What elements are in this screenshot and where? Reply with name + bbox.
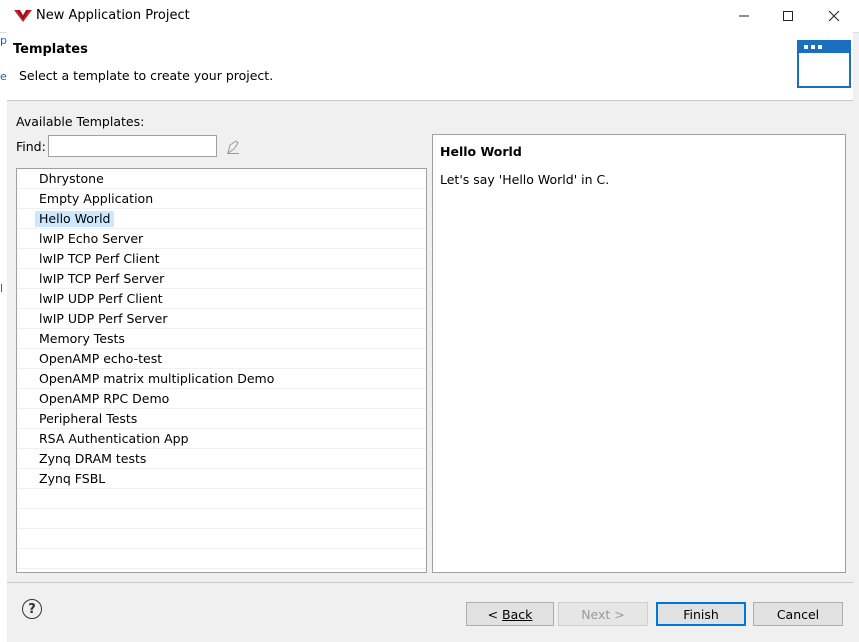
wizard-footer: ? < Back Next > Finish Cancel xyxy=(7,582,853,639)
template-list-item[interactable]: Hello World xyxy=(17,209,426,229)
template-list-item[interactable]: Dhrystone xyxy=(17,169,426,189)
template-item-label: lwIP TCP Perf Server xyxy=(39,271,165,286)
back-prefix: < xyxy=(487,606,503,622)
template-item-label: Memory Tests xyxy=(39,331,125,346)
detail-description: Let's say 'Hello World' in C. xyxy=(440,172,610,187)
finish-button[interactable]: Finish xyxy=(656,602,746,626)
xilinx-logo-icon xyxy=(14,9,32,22)
background-window-edge: pel xyxy=(0,32,7,642)
template-list-item[interactable]: lwIP TCP Perf Server xyxy=(17,269,426,289)
template-list-empty-row xyxy=(17,529,426,549)
minimize-button[interactable] xyxy=(721,0,767,32)
template-item-label: Dhrystone xyxy=(39,171,104,186)
template-list-item[interactable]: Empty Application xyxy=(17,189,426,209)
template-item-label: OpenAMP matrix multiplication Demo xyxy=(39,371,275,386)
back-button[interactable]: < Back xyxy=(466,602,554,626)
close-icon xyxy=(828,10,840,22)
find-label: Find: xyxy=(16,139,46,154)
back-label: Back xyxy=(502,606,533,622)
template-item-label: Zynq FSBL xyxy=(39,471,106,486)
templates-list[interactable]: Dhrystone Empty Application Hello World lwI… xyxy=(16,168,427,573)
template-list-item[interactable]: OpenAMP RPC Demo xyxy=(17,389,426,409)
maximize-icon xyxy=(783,11,793,21)
template-list-item[interactable]: Zynq DRAM tests xyxy=(17,449,426,469)
page-description: Select a template to create your project… xyxy=(19,68,274,83)
window-title: New Application Project xyxy=(36,8,190,23)
template-list-item[interactable]: lwIP TCP Perf Client xyxy=(17,249,426,269)
template-item-label: RSA Authentication App xyxy=(39,431,189,446)
maximize-button[interactable] xyxy=(765,0,811,32)
close-button[interactable] xyxy=(811,0,857,32)
template-list-empty-row xyxy=(17,549,426,569)
template-list-item[interactable]: RSA Authentication App xyxy=(17,429,426,449)
template-list-item[interactable]: Zynq FSBL xyxy=(17,469,426,489)
minimize-icon xyxy=(739,15,749,17)
template-list-item[interactable]: lwIP UDP Perf Server xyxy=(17,309,426,329)
template-list-empty-row xyxy=(17,509,426,529)
template-list-item[interactable]: OpenAMP echo-test xyxy=(17,349,426,369)
template-item-label: Peripheral Tests xyxy=(39,411,138,426)
template-list-item[interactable]: Memory Tests xyxy=(17,329,426,349)
template-item-label: lwIP UDP Perf Client xyxy=(39,291,163,306)
template-item-label: Empty Application xyxy=(39,191,154,206)
template-detail-panel: Hello World Let's say 'Hello World' in C… xyxy=(432,134,846,573)
new-application-project-dialog: Templates Select a template to create yo… xyxy=(7,32,853,638)
next-button[interactable]: Next > xyxy=(558,602,648,626)
available-templates-label: Available Templates: xyxy=(16,114,145,129)
cancel-button[interactable]: Cancel xyxy=(753,602,843,626)
template-item-label: OpenAMP RPC Demo xyxy=(39,391,170,406)
help-icon[interactable]: ? xyxy=(22,599,42,619)
template-list-empty-row xyxy=(17,489,426,509)
wizard-banner-icon xyxy=(797,40,851,88)
title-bar: New Application Project xyxy=(0,0,859,33)
clear-filter-icon[interactable] xyxy=(225,139,241,155)
find-input[interactable] xyxy=(48,135,217,157)
template-list-item[interactable]: OpenAMP matrix multiplication Demo xyxy=(17,369,426,389)
detail-title: Hello World xyxy=(440,144,522,159)
template-item-label: OpenAMP echo-test xyxy=(39,351,163,366)
page-title: Templates xyxy=(13,42,88,57)
template-item-label: Zynq DRAM tests xyxy=(39,451,147,466)
template-item-label: lwIP Echo Server xyxy=(39,231,144,246)
template-list-item[interactable]: lwIP UDP Perf Client xyxy=(17,289,426,309)
wizard-header: Templates Select a template to create yo… xyxy=(7,32,853,101)
template-item-label: Hello World xyxy=(35,211,115,227)
template-list-item[interactable]: Peripheral Tests xyxy=(17,409,426,429)
template-list-item[interactable]: lwIP Echo Server xyxy=(17,229,426,249)
template-item-label: lwIP TCP Perf Client xyxy=(39,251,160,266)
template-item-label: lwIP UDP Perf Server xyxy=(39,311,168,326)
